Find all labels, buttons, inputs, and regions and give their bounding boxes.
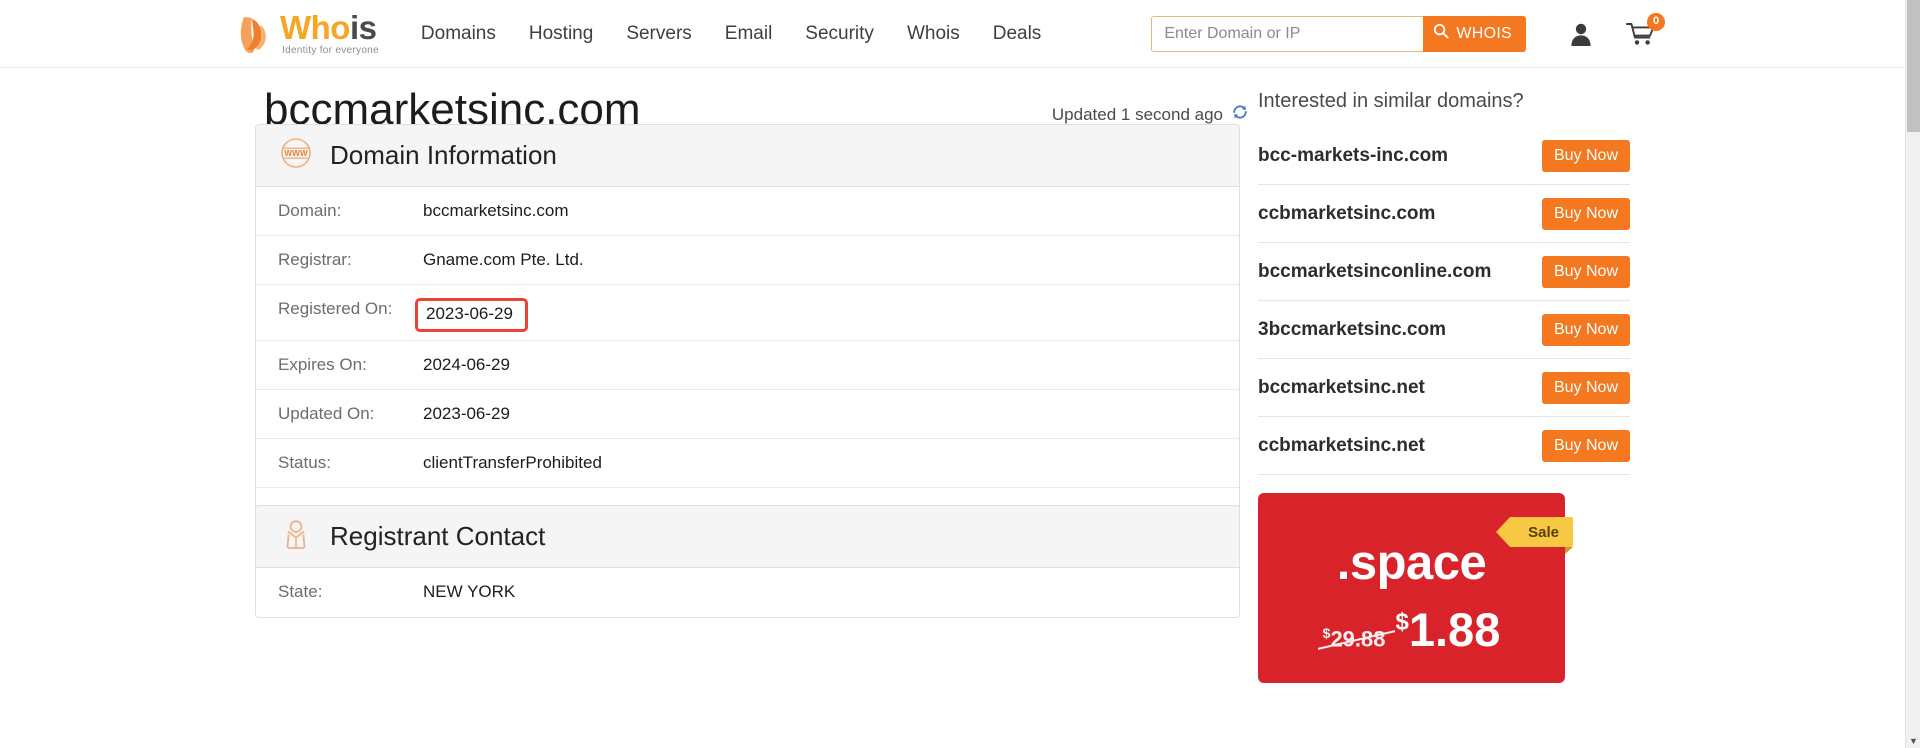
similar-domain-name[interactable]: ccbmarketsinc.net <box>1258 435 1425 457</box>
main-nav: Domains Hosting Servers Email Security W… <box>421 23 1041 45</box>
buy-now-button[interactable]: Buy Now <box>1541 255 1630 288</box>
search-bar: WHOIS <box>1151 15 1527 52</box>
logo-tagline: Identity for everyone <box>282 45 379 56</box>
promo-old-price-value: 29.88 <box>1330 626 1386 651</box>
whois-search-button-label: WHOIS <box>1456 24 1513 42</box>
registrant-contact-card-title: Registrant Contact <box>330 521 546 551</box>
updated-status-text: Updated 1 second ago <box>1051 104 1223 124</box>
similar-domain-row: 3bccmarketsinc.com Buy Now <box>1258 301 1630 359</box>
user-account-icon[interactable] <box>1568 21 1594 47</box>
similar-domain-row: ccbmarketsinc.net Buy Now <box>1258 417 1630 475</box>
cart-count-badge: 0 <box>1647 12 1666 31</box>
nav-item-email[interactable]: Email <box>725 23 773 45</box>
row-value: Gname.com Pte. Ltd. <box>423 250 584 269</box>
nav-item-servers[interactable]: Servers <box>626 23 691 45</box>
row-value-container: 2023-06-29 <box>415 285 528 340</box>
similar-domain-name[interactable]: bcc-markets-inc.com <box>1258 145 1448 167</box>
table-row-registered-on: Registered On: 2023-06-29 <box>256 285 1239 341</box>
similar-domain-name[interactable]: ccbmarketsinc.com <box>1258 203 1435 225</box>
www-globe-icon: WWW <box>280 137 312 174</box>
similar-domain-row: bccmarketsinconline.com Buy Now <box>1258 243 1630 301</box>
nav-item-hosting[interactable]: Hosting <box>529 23 593 45</box>
row-value: 2023-06-29 <box>423 403 510 423</box>
logo-word-part2: is <box>349 9 377 46</box>
table-row: Registrar: Gname.com Pte. Ltd. <box>256 236 1239 285</box>
row-value: 2023-06-29 <box>426 304 513 323</box>
table-row: Domain: bccmarketsinc.com <box>256 187 1239 236</box>
logo-wordmark: Whois <box>280 11 379 44</box>
row-label: Registrar: <box>278 250 352 269</box>
buy-now-button[interactable]: Buy Now <box>1541 429 1630 462</box>
row-value: bccmarketsinc.com <box>423 201 569 220</box>
page-content: bccmarketsinc.com Updated 1 second ago W… <box>0 68 1905 748</box>
scrollbar-down-arrow-icon[interactable]: ▼ <box>1906 737 1920 746</box>
table-row: State: NEW YORK <box>256 568 1239 617</box>
domain-information-card: WWW Domain Information Domain: bccmarket… <box>255 124 1240 564</box>
search-icon <box>1433 23 1449 44</box>
similar-domain-name[interactable]: bccmarketsinconline.com <box>1258 261 1491 283</box>
page-scrollbar[interactable]: ▼ <box>1905 0 1920 748</box>
row-value: 2024-06-29 <box>423 354 510 374</box>
registrant-contact-card: Registrant Contact State: NEW YORK <box>255 505 1240 618</box>
site-header: Whois Identity for everyone Domains Host… <box>0 0 1905 68</box>
person-contact-icon <box>280 518 312 555</box>
domain-information-card-header: WWW Domain Information <box>256 125 1239 187</box>
registrant-contact-card-header: Registrant Contact <box>256 506 1239 568</box>
promo-banner-space[interactable]: Sale .space $29.88 $1.88 <box>1258 493 1573 683</box>
nav-item-domains[interactable]: Domains <box>421 23 496 45</box>
row-label: Status: <box>278 452 331 472</box>
site-logo[interactable]: Whois Identity for everyone <box>230 11 379 57</box>
whois-search-button[interactable]: WHOIS <box>1423 15 1527 52</box>
buy-now-button[interactable]: Buy Now <box>1541 197 1630 230</box>
sidebar-heading: Interested in similar domains? <box>1258 90 1524 112</box>
similar-domain-row: bccmarketsinc.net Buy Now <box>1258 359 1630 417</box>
refresh-icon[interactable] <box>1231 103 1249 126</box>
similar-domains-sidebar: Interested in similar domains? bcc-marke… <box>1258 90 1630 683</box>
nav-item-whois[interactable]: Whois <box>907 23 960 45</box>
row-label: State: <box>278 582 323 601</box>
row-label: Registered On: <box>278 299 393 318</box>
promo-sale-ribbon: Sale <box>1496 517 1573 554</box>
row-label: Domain: <box>278 201 342 220</box>
svg-text:WWW: WWW <box>284 149 307 158</box>
scrollbar-thumb[interactable] <box>1907 0 1920 132</box>
logo-word-part1: Who <box>280 9 350 46</box>
row-value: NEW YORK <box>423 582 516 601</box>
table-row: Status: clientTransferProhibited <box>256 439 1239 488</box>
whois-logo-icon <box>230 11 276 57</box>
search-input[interactable] <box>1151 15 1424 52</box>
row-value: clientTransferProhibited <box>423 452 602 472</box>
table-row: Expires On: 2024-06-29 <box>256 341 1239 390</box>
promo-new-price: $1.88 <box>1396 606 1501 653</box>
registered-on-highlight-annotation: 2023-06-29 <box>415 298 528 332</box>
row-label: Expires On: <box>278 354 367 374</box>
similar-domain-row: bcc-markets-inc.com Buy Now <box>1258 127 1630 185</box>
similar-domain-row: ccbmarketsinc.com Buy Now <box>1258 185 1630 243</box>
similar-domain-name[interactable]: 3bccmarketsinc.com <box>1258 319 1446 341</box>
promo-price-row: $29.88 $1.88 <box>1258 606 1565 653</box>
buy-now-button[interactable]: Buy Now <box>1541 313 1630 346</box>
shopping-cart-icon[interactable]: 0 <box>1626 12 1666 47</box>
table-row: Updated On: 2023-06-29 <box>256 390 1239 439</box>
buy-now-button[interactable]: Buy Now <box>1541 139 1630 172</box>
header-icon-group: 0 <box>1568 12 1666 47</box>
nav-item-deals[interactable]: Deals <box>993 23 1042 45</box>
promo-new-price-currency: $ <box>1395 608 1409 636</box>
promo-new-price-value: 1.88 <box>1408 603 1501 656</box>
nav-item-security[interactable]: Security <box>805 23 874 45</box>
buy-now-button[interactable]: Buy Now <box>1541 371 1630 404</box>
row-label: Updated On: <box>278 403 375 423</box>
similar-domain-name[interactable]: bccmarketsinc.net <box>1258 377 1425 399</box>
promo-old-price: $29.88 <box>1323 625 1386 652</box>
domain-information-card-title: Domain Information <box>330 140 557 170</box>
